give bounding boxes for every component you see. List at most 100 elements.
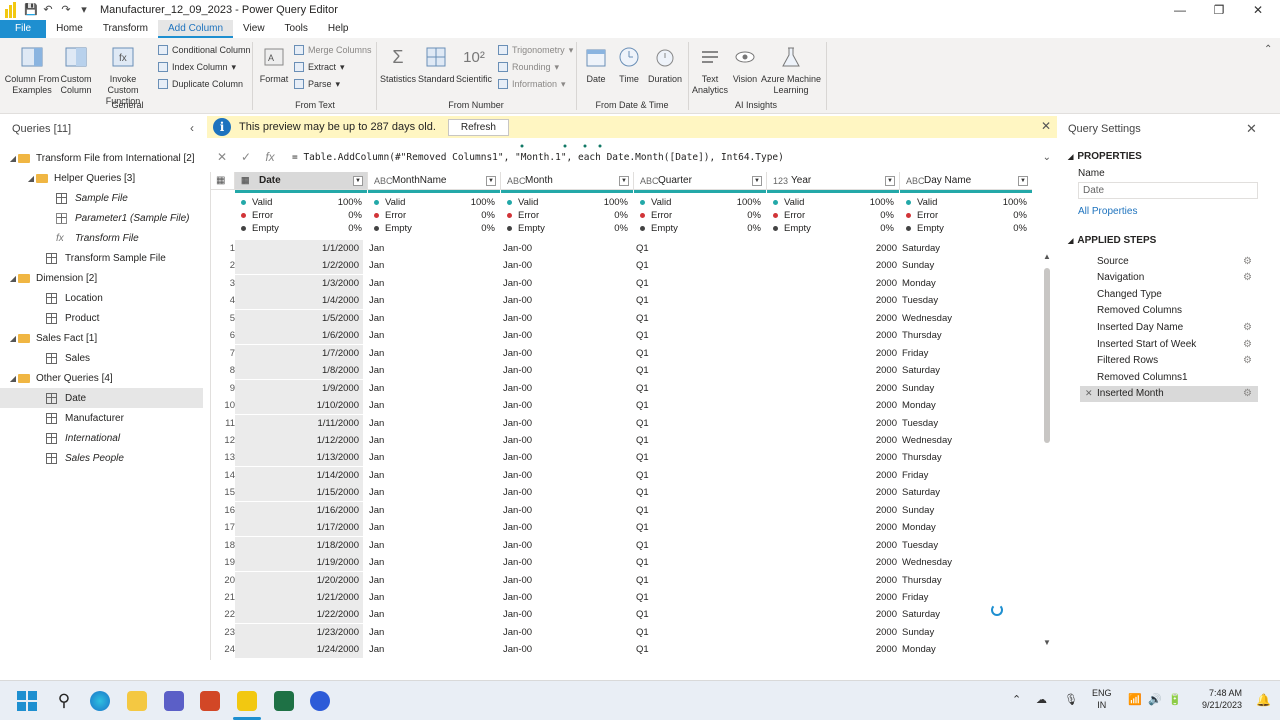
close-banner-icon[interactable]: ✕ — [1041, 119, 1051, 133]
column-type-icon[interactable]: ABC — [640, 176, 659, 186]
cell-month[interactable]: Jan-00 — [503, 609, 532, 620]
language-indicator[interactable]: ENG IN — [1092, 687, 1112, 711]
statistics-button[interactable]: Σ Statistics — [380, 44, 416, 85]
cell-day-name[interactable]: Thursday — [902, 452, 942, 463]
zoom-icon[interactable] — [310, 691, 330, 711]
filter-dropdown-icon[interactable]: ▼ — [353, 176, 363, 186]
cell-quarter[interactable]: Q1 — [636, 644, 649, 655]
extract-button[interactable]: Extract ▾ — [294, 60, 345, 74]
cell-quarter[interactable]: Q1 — [636, 278, 649, 289]
row-number[interactable]: 2 — [211, 260, 235, 271]
cell-day-name[interactable]: Friday — [902, 470, 928, 481]
applied-step[interactable]: Source ⚙ — [1080, 253, 1258, 269]
cell-monthname[interactable]: Jan — [369, 505, 384, 516]
cell-date[interactable]: 1/17/2000 — [235, 519, 363, 537]
refresh-button[interactable]: Refresh — [447, 118, 509, 136]
cell-year[interactable]: 2000 — [769, 609, 897, 620]
query-group[interactable]: ◢ Sales Fact [1] — [0, 328, 203, 348]
cell-monthname[interactable]: Jan — [369, 609, 384, 620]
expand-triangle-icon[interactable]: ◢ — [8, 374, 18, 383]
cell-quarter[interactable]: Q1 — [636, 470, 649, 481]
cell-year[interactable]: 2000 — [769, 400, 897, 411]
cell-year[interactable]: 2000 — [769, 260, 897, 271]
cell-month[interactable]: Jan-00 — [503, 575, 532, 586]
cell-month[interactable]: Jan-00 — [503, 243, 532, 254]
cell-date[interactable]: 1/9/2000 — [235, 379, 363, 397]
cell-month[interactable]: Jan-00 — [503, 644, 532, 655]
cell-quarter[interactable]: Q1 — [636, 609, 649, 620]
formula-input[interactable]: = Table.AddColumn(#"Removed Columns1", "… — [282, 152, 1043, 163]
cell-day-name[interactable]: Tuesday — [902, 540, 938, 551]
windows-start-icon[interactable] — [16, 690, 38, 712]
table-row[interactable]: 16 1/16/2000 Jan Jan-00 Q1 2000 Sunday — [211, 501, 1032, 519]
cell-monthname[interactable]: Jan — [369, 644, 384, 655]
cell-date[interactable]: 1/16/2000 — [235, 501, 363, 519]
cell-year[interactable]: 2000 — [769, 592, 897, 603]
cell-date[interactable]: 1/19/2000 — [235, 554, 363, 572]
table-row[interactable]: 24 1/24/2000 Jan Jan-00 Q1 2000 Monday — [211, 641, 1032, 659]
cell-quarter[interactable]: Q1 — [636, 627, 649, 638]
cell-year[interactable]: 2000 — [769, 295, 897, 306]
cell-quarter[interactable]: Q1 — [636, 505, 649, 516]
cell-date[interactable]: 1/4/2000 — [235, 292, 363, 310]
undo-icon[interactable]: ↶ — [42, 4, 54, 16]
cell-year[interactable]: 2000 — [769, 418, 897, 429]
cell-month[interactable]: Jan-00 — [503, 383, 532, 394]
table-row[interactable]: 9 1/9/2000 Jan Jan-00 Q1 2000 Sunday — [211, 379, 1032, 397]
teams-icon[interactable] — [164, 691, 184, 711]
delete-step-icon[interactable]: ✕ — [1085, 388, 1093, 399]
time-button[interactable]: Time — [614, 44, 644, 85]
cell-year[interactable]: 2000 — [769, 313, 897, 324]
column-header[interactable]: ABC Day Name ▼ — [900, 172, 1032, 190]
cell-monthname[interactable]: Jan — [369, 592, 384, 603]
date-button[interactable]: Date — [580, 44, 612, 85]
minimize-button[interactable]: — — [1160, 0, 1200, 20]
cell-month[interactable]: Jan-00 — [503, 330, 532, 341]
volume-icon[interactable]: 🔊 — [1148, 693, 1162, 706]
table-row[interactable]: 12 1/12/2000 Jan Jan-00 Q1 2000 Wednesday — [211, 431, 1032, 449]
clock[interactable]: 7:48 AM 9/21/2023 — [1196, 687, 1242, 711]
cell-year[interactable]: 2000 — [769, 487, 897, 498]
row-number[interactable]: 8 — [211, 365, 235, 376]
cell-monthname[interactable]: Jan — [369, 452, 384, 463]
table-row[interactable]: 5 1/5/2000 Jan Jan-00 Q1 2000 Wednesday — [211, 309, 1032, 327]
cell-monthname[interactable]: Jan — [369, 243, 384, 254]
vision-button[interactable]: Vision — [730, 44, 760, 85]
column-header[interactable]: ABC Month ▼ — [501, 172, 634, 190]
query-item[interactable]: Sales People — [0, 448, 203, 468]
properties-section[interactable]: ◢ PROPERTIES — [1068, 151, 1142, 162]
column-type-icon[interactable]: ▦ — [241, 175, 255, 186]
cell-year[interactable]: 2000 — [769, 505, 897, 516]
cell-date[interactable]: 1/12/2000 — [235, 431, 363, 449]
excel-icon[interactable] — [274, 691, 294, 711]
table-row[interactable]: 14 1/14/2000 Jan Jan-00 Q1 2000 Friday — [211, 466, 1032, 484]
cell-date[interactable]: 1/20/2000 — [235, 571, 363, 589]
cell-month[interactable]: Jan-00 — [503, 365, 532, 376]
cell-date[interactable]: 1/22/2000 — [235, 606, 363, 624]
merge-columns-button[interactable]: Merge Columns — [294, 43, 372, 57]
cell-quarter[interactable]: Q1 — [636, 400, 649, 411]
tab-help[interactable]: Help — [318, 20, 359, 38]
cell-date[interactable]: 1/7/2000 — [235, 344, 363, 362]
cell-monthname[interactable]: Jan — [369, 348, 384, 359]
query-group[interactable]: ◢ Helper Queries [3] — [0, 168, 203, 188]
table-row[interactable]: 4 1/4/2000 Jan Jan-00 Q1 2000 Tuesday — [211, 292, 1032, 310]
cell-monthname[interactable]: Jan — [369, 575, 384, 586]
cell-month[interactable]: Jan-00 — [503, 348, 532, 359]
filter-dropdown-icon[interactable]: ▼ — [1018, 176, 1028, 186]
cell-month[interactable]: Jan-00 — [503, 278, 532, 289]
cell-month[interactable]: Jan-00 — [503, 592, 532, 603]
cell-day-name[interactable]: Monday — [902, 278, 936, 289]
row-number[interactable]: 23 — [211, 627, 235, 638]
cell-date[interactable]: 1/21/2000 — [235, 589, 363, 606]
parse-button[interactable]: Parse ▾ — [294, 77, 340, 91]
query-item[interactable]: International — [0, 428, 203, 448]
column-type-icon[interactable]: 123 — [773, 176, 788, 186]
cell-day-name[interactable]: Wednesday — [902, 557, 952, 568]
expand-triangle-icon[interactable]: ◢ — [8, 334, 18, 343]
cell-monthname[interactable]: Jan — [369, 435, 384, 446]
applied-step[interactable]: ✕ Inserted Month ⚙ — [1080, 385, 1258, 402]
cell-date[interactable]: 1/14/2000 — [235, 466, 363, 484]
table-row[interactable]: 8 1/8/2000 Jan Jan-00 Q1 2000 Saturday — [211, 362, 1032, 380]
cell-quarter[interactable]: Q1 — [636, 260, 649, 271]
